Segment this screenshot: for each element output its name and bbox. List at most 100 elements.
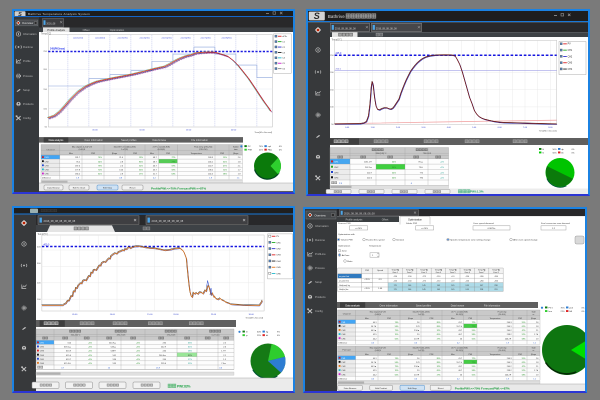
svg-text:+3%: +3% bbox=[136, 355, 140, 357]
svg-text:202.1▲: 202.1▲ bbox=[365, 166, 372, 169]
svg-text:Zone 7: Zone 7 bbox=[479, 272, 484, 274]
svg-text:0%: 0% bbox=[279, 146, 282, 148]
svg-text:0%: 0% bbox=[572, 152, 575, 154]
svg-text:Edit To Chart: Edit To Chart bbox=[73, 187, 86, 190]
svg-text:54%: 54% bbox=[395, 362, 399, 364]
svg-text:54%: 54% bbox=[98, 161, 102, 163]
svg-text:File information: File information bbox=[191, 139, 208, 142]
svg-text:89%: 89% bbox=[437, 362, 441, 364]
svg-text:298: 298 bbox=[494, 285, 497, 287]
svg-text:Edit Product: Edit Product bbox=[375, 387, 387, 390]
svg-text:246.6▲: 246.6▲ bbox=[159, 354, 166, 357]
svg-text:780-900S: 780-900S bbox=[423, 153, 432, 155]
svg-text:244.5: 244.5 bbox=[208, 174, 213, 176]
svg-text:Temperature: Temperature bbox=[490, 353, 501, 356]
svg-text:Channel: Channel bbox=[46, 150, 55, 152]
svg-text:prof: prof bbox=[569, 306, 573, 309]
svg-text:Optimization: Optimization bbox=[408, 219, 423, 222]
svg-text:FAIL: FAIL bbox=[268, 149, 273, 152]
svg-text:50%: 50% bbox=[553, 152, 557, 154]
svg-text:3.55: 3.55 bbox=[465, 289, 469, 291]
svg-text:+3%: +3% bbox=[88, 363, 92, 365]
svg-text:-260: -260 bbox=[494, 280, 498, 282]
svg-text:1.7▼: 1.7▼ bbox=[534, 369, 539, 372]
svg-text:61%: 61% bbox=[395, 338, 399, 340]
svg-text:Setup: Setup bbox=[23, 88, 31, 92]
svg-text:2016_08_08_08_08: 2016_08_08_08_08 bbox=[376, 28, 397, 30]
svg-text:+3%: +3% bbox=[136, 359, 140, 361]
svg-text:4.2: 4.2 bbox=[457, 342, 460, 344]
svg-text:246.3: 246.3 bbox=[507, 358, 512, 360]
svg-text:2.67▼: 2.67▼ bbox=[414, 373, 420, 376]
svg-text:qb: qb bbox=[561, 149, 564, 151]
svg-text:540.9▲: 540.9▲ bbox=[109, 342, 116, 345]
svg-text:51.7: 51.7 bbox=[153, 174, 157, 176]
svg-text:Zone 8: Zone 8 bbox=[493, 272, 498, 274]
svg-text:Overview: Overview bbox=[315, 213, 326, 217]
svg-text:615.9▼: 615.9▼ bbox=[64, 362, 71, 365]
svg-text:25%: 25% bbox=[257, 335, 261, 337]
svg-text:61%: 61% bbox=[223, 161, 227, 163]
svg-text:hl: hl bbox=[246, 332, 248, 334]
svg-text:S: S bbox=[314, 11, 320, 21]
svg-text:Products: Products bbox=[23, 102, 34, 106]
svg-text:145: 145 bbox=[451, 285, 454, 287]
svg-text:2.76: 2.76 bbox=[416, 362, 420, 364]
svg-text:-260: -260 bbox=[480, 276, 484, 278]
svg-text:145: 145 bbox=[422, 285, 425, 287]
svg-text:55%: 55% bbox=[472, 374, 476, 376]
svg-text:2.1: 2.1 bbox=[536, 366, 539, 368]
svg-text:Difference: Difference bbox=[339, 341, 348, 344]
svg-text:65%: 65% bbox=[139, 170, 143, 172]
svg-text:CH4: CH4 bbox=[568, 69, 573, 71]
svg-text:Data analysis: Data analysis bbox=[49, 139, 64, 142]
svg-text:60%: 60% bbox=[257, 332, 261, 334]
svg-text:0%: 0% bbox=[277, 335, 280, 337]
svg-text:zone6(230): zone6(230) bbox=[180, 37, 190, 39]
svg-text:2.9: 2.9 bbox=[417, 370, 420, 372]
svg-text:59%: 59% bbox=[472, 366, 476, 368]
svg-text:55.7▼: 55.7▼ bbox=[457, 325, 463, 328]
svg-text:+2%: +2% bbox=[440, 172, 444, 174]
svg-text:43.7: 43.7 bbox=[458, 330, 462, 332]
svg-text:Solder PWI: Solder PWI bbox=[406, 222, 417, 225]
svg-text:CH3: CH3 bbox=[568, 63, 573, 65]
svg-text:83%: 83% bbox=[188, 355, 192, 357]
svg-text:2.56▲: 2.56▲ bbox=[414, 365, 420, 368]
svg-text:+3%: +3% bbox=[88, 351, 92, 353]
svg-text:1.9: 1.9 bbox=[536, 338, 539, 340]
svg-text:56: 56 bbox=[460, 338, 462, 340]
svg-text:2016_08_08_08_08_08_08: 2016_08_08_08_08_08_08 bbox=[152, 219, 184, 223]
svg-text:2.6: 2.6 bbox=[120, 165, 123, 167]
svg-text:46.7: 46.7 bbox=[153, 165, 157, 167]
svg-text:0.3: 0.3 bbox=[371, 342, 374, 344]
svg-text:Information: Information bbox=[23, 32, 37, 36]
svg-text:After oven speed change: After oven speed change bbox=[513, 239, 538, 242]
svg-text:zone5(215): zone5(215) bbox=[161, 37, 171, 39]
svg-text:55%: 55% bbox=[522, 358, 526, 360]
svg-text:9%: 9% bbox=[277, 332, 280, 334]
svg-text:PWI: PWI bbox=[91, 153, 95, 155]
svg-text:Temperature: Temperature bbox=[191, 152, 203, 155]
svg-text:File information: File information bbox=[484, 304, 501, 307]
svg-text:RunLine: RunLine bbox=[315, 238, 326, 242]
svg-text:Speed: Speed bbox=[377, 270, 383, 272]
svg-text:246.1: 246.1 bbox=[507, 362, 512, 364]
svg-text:Data analysis: Data analysis bbox=[345, 304, 360, 307]
svg-text:4.2: 4.2 bbox=[457, 378, 460, 380]
svg-text:54%: 54% bbox=[392, 167, 396, 169]
svg-text:78.▲: 78.▲ bbox=[418, 161, 423, 164]
svg-text:47%: 47% bbox=[522, 366, 526, 368]
svg-text:2.1: 2.1 bbox=[536, 330, 539, 332]
svg-text:2.8: 2.8 bbox=[120, 174, 123, 176]
svg-text:27%: 27% bbox=[139, 174, 143, 176]
svg-text:298: 298 bbox=[480, 289, 483, 291]
svg-text:CH1: CH1 bbox=[334, 162, 339, 164]
svg-text:Saved profiles: Saved profiles bbox=[416, 304, 432, 307]
svg-text:Zone: Zone bbox=[342, 251, 348, 253]
svg-text:202.2: 202.2 bbox=[367, 178, 373, 180]
svg-text:25:00: 25:00 bbox=[211, 314, 217, 316]
svg-text:Process PWI: Process PWI bbox=[338, 222, 351, 225]
svg-text:Edit Step: Edit Step bbox=[408, 387, 418, 390]
svg-text:Max: Max bbox=[150, 153, 154, 155]
